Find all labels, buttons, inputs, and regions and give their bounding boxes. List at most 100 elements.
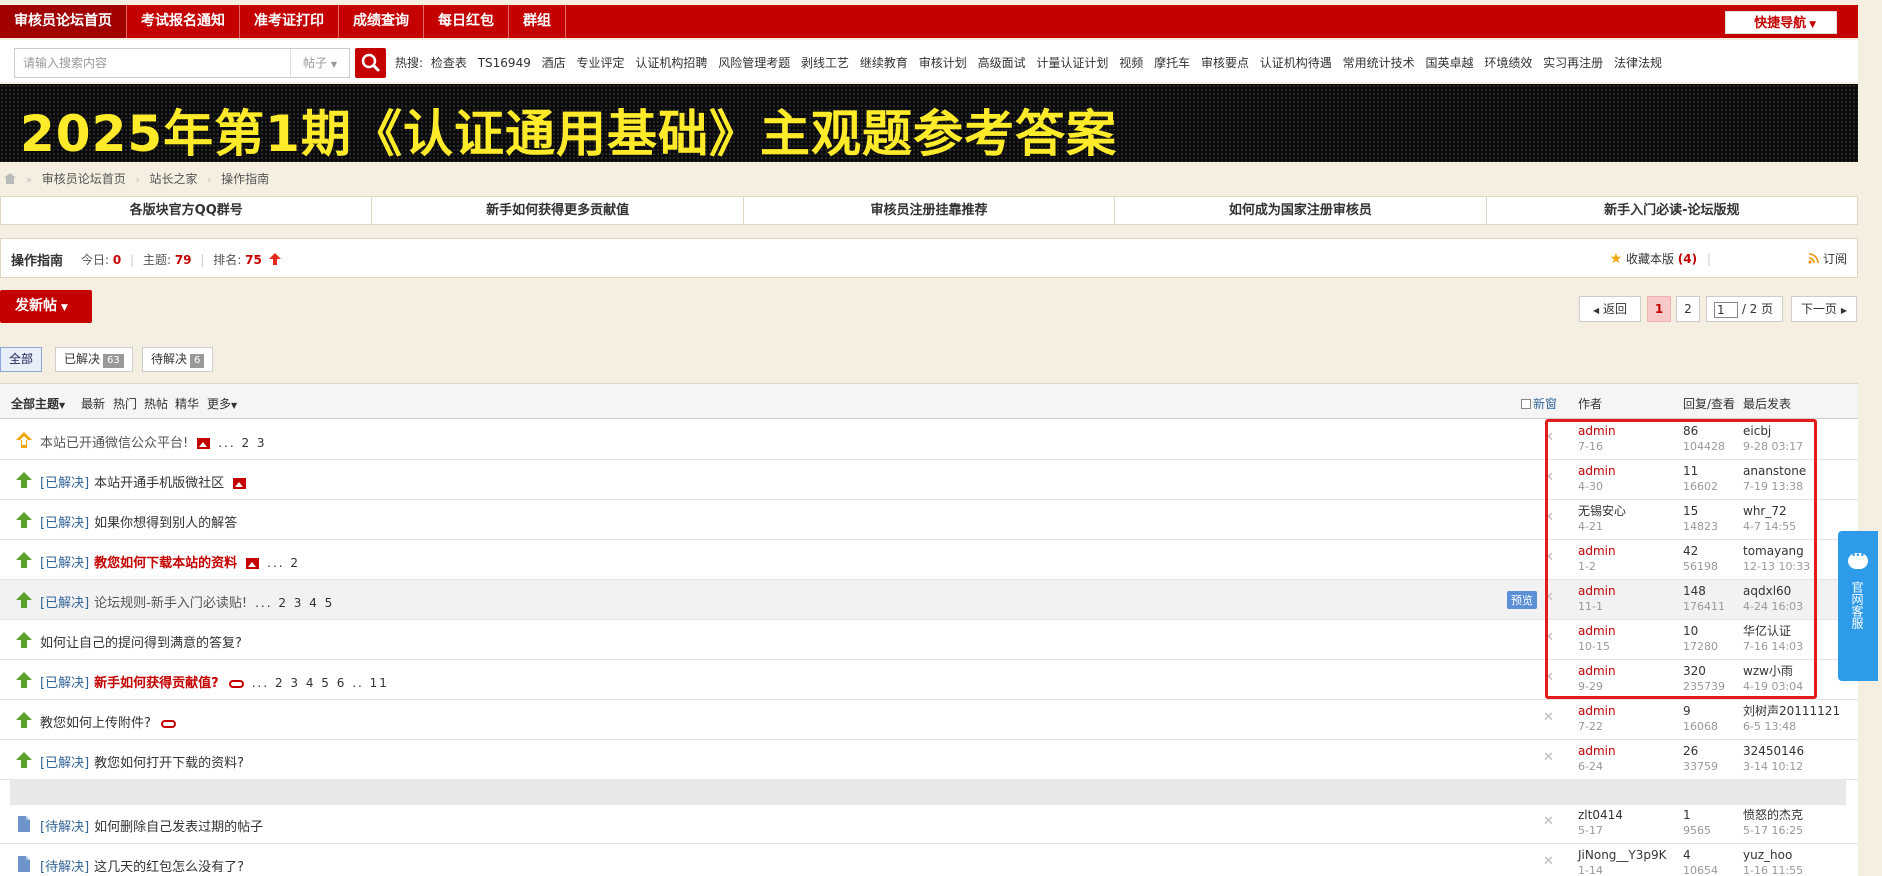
sort-hot[interactable]: 热门 xyxy=(113,395,137,412)
thread-row[interactable]: [已解决] 教您如何打开下载的资料? ✕ admin 6-24 26 33759 324501… xyxy=(0,740,1858,780)
nav-admission-ticket[interactable]: 准考证打印 xyxy=(240,5,339,38)
last-poster[interactable]: ananstone xyxy=(1743,464,1806,479)
quick-nav-button[interactable]: 快捷导航 ▼ xyxy=(1725,11,1837,34)
hot-keyword[interactable]: TS16949 xyxy=(478,56,531,70)
hot-keyword[interactable]: 继续教育 xyxy=(860,56,908,70)
thread-row[interactable]: [已解决] 论坛规则-新手入门必读贴! ... 2 3 4 5 预览 ✕ admin 11-… xyxy=(0,580,1858,620)
page-number-input[interactable]: 1 xyxy=(1714,301,1738,318)
last-poster[interactable]: tomayang xyxy=(1743,544,1810,559)
hot-keyword[interactable]: 视频 xyxy=(1119,56,1143,70)
close-icon[interactable]: ✕ xyxy=(1543,550,1554,565)
quick-link-contribution[interactable]: 新手如何获得更多贡献值 xyxy=(372,197,744,224)
breadcrumb-webmaster[interactable]: 站长之家 xyxy=(149,172,197,186)
thread-row[interactable]: 本站已开通微信公众平台! ... 2 3 ✕ admin 7-16 86 104428 eic… xyxy=(0,420,1858,460)
thread-title[interactable]: 本站开通手机版微社区 xyxy=(94,476,224,491)
author-name[interactable]: zlt0414 xyxy=(1578,808,1623,822)
document-icon[interactable] xyxy=(15,855,33,873)
quick-link-become-auditor[interactable]: 如何成为国家注册审核员 xyxy=(1115,197,1487,224)
author-name[interactable]: admin xyxy=(1578,704,1616,718)
pager-back-button[interactable]: ◀ 返回 xyxy=(1579,296,1641,322)
hot-keyword[interactable]: 认证机构待遇 xyxy=(1260,56,1332,70)
thread-row[interactable]: 如何让自己的提问得到满意的答复? ✕ admin 10-15 10 17280 华亿认证 7-… xyxy=(0,620,1858,660)
thread-title[interactable]: 新手如何获得贡献值? xyxy=(94,676,219,691)
hot-keyword[interactable]: 认证机构招聘 xyxy=(635,56,707,70)
author-name[interactable]: admin xyxy=(1578,744,1616,758)
pager-page-2[interactable]: 2 xyxy=(1676,296,1700,322)
arrow-up-icon[interactable] xyxy=(15,631,33,649)
new-window-toggle[interactable]: 新窗 xyxy=(1521,395,1557,412)
thread-title[interactable]: 本站已开通微信公众平台! xyxy=(40,436,188,451)
thread-title[interactable]: 这几天的红包怎么没有了? xyxy=(94,860,244,875)
hot-keyword[interactable]: 常用统计技术 xyxy=(1343,56,1415,70)
pager-page-1[interactable]: 1 xyxy=(1647,296,1671,322)
thread-row[interactable]: [已解决] 教您如何下载本站的资料 ... 2 ✕ admin 1-2 42 56198 tom… xyxy=(0,540,1858,580)
author-name[interactable]: admin xyxy=(1578,544,1616,558)
search-type-select[interactable]: 帖子 ▼ xyxy=(290,49,349,77)
thread-tag[interactable]: [待解决] xyxy=(40,820,89,835)
thread-title[interactable]: 教您如何上传附件? xyxy=(40,716,151,731)
favorite-forum-link[interactable]: ★ 收藏本版 (4) | xyxy=(1610,250,1711,267)
last-poster[interactable]: eicbj xyxy=(1743,424,1803,439)
thread-tag[interactable]: [已解决] xyxy=(40,556,89,571)
sort-latest[interactable]: 最新 xyxy=(81,395,105,412)
hot-keyword[interactable]: 酒店 xyxy=(542,56,566,70)
nav-forum-home[interactable]: 审核员论坛首页 xyxy=(0,5,127,38)
last-poster[interactable]: 愤怒的杰克 xyxy=(1743,808,1803,823)
close-icon[interactable]: ✕ xyxy=(1543,430,1554,445)
arrow-up-icon[interactable] xyxy=(15,711,33,729)
close-icon[interactable]: ✕ xyxy=(1543,750,1554,765)
hot-keyword[interactable]: 高级面试 xyxy=(978,56,1026,70)
sort-hot-posts[interactable]: 热帖 xyxy=(144,395,168,412)
thread-title[interactable]: 教您如何下载本站的资料 xyxy=(94,556,237,571)
last-poster[interactable]: wzw小雨 xyxy=(1743,664,1803,679)
thread-tag[interactable]: [已解决] xyxy=(40,476,89,491)
author-name[interactable]: admin xyxy=(1578,424,1616,438)
quick-link-registration[interactable]: 审核员注册挂靠推荐 xyxy=(744,197,1116,224)
document-icon[interactable] xyxy=(15,815,33,833)
close-icon[interactable]: ✕ xyxy=(1543,854,1554,869)
nav-score-query[interactable]: 成绩查询 xyxy=(339,5,424,38)
hot-keyword[interactable]: 国英卓越 xyxy=(1425,56,1473,70)
search-button[interactable] xyxy=(355,48,386,78)
hot-keyword[interactable]: 环境绩效 xyxy=(1484,56,1532,70)
hot-keyword[interactable]: 风险管理考题 xyxy=(718,56,790,70)
nav-daily-red-packet[interactable]: 每日红包 xyxy=(424,5,509,38)
close-icon[interactable]: ✕ xyxy=(1543,510,1554,525)
last-poster[interactable]: yuz_hoo xyxy=(1743,848,1803,863)
tab-pending[interactable]: 待解决 6 xyxy=(142,347,214,372)
customer-service-float[interactable]: 官网客服 xyxy=(1838,531,1878,681)
author-name[interactable]: admin xyxy=(1578,664,1616,678)
nav-exam-notice[interactable]: 考试报名通知 xyxy=(127,5,240,38)
thread-title[interactable]: 如何让自己的提问得到满意的答复? xyxy=(40,636,242,651)
thread-pages[interactable]: ... 2 3 xyxy=(218,436,266,450)
sort-digest[interactable]: 精华 xyxy=(175,395,199,412)
search-input[interactable] xyxy=(15,49,290,77)
hot-keyword[interactable]: 审核计划 xyxy=(919,56,967,70)
last-poster[interactable]: 刘树声20111121 xyxy=(1743,704,1840,719)
checkbox[interactable] xyxy=(1521,399,1531,409)
hot-keyword[interactable]: 法律法规 xyxy=(1614,56,1662,70)
thread-pages[interactable]: ... 2 3 4 5 xyxy=(255,596,334,610)
close-icon[interactable]: ✕ xyxy=(1543,630,1554,645)
preview-button[interactable]: 预览 xyxy=(1507,591,1537,609)
breadcrumb-guide[interactable]: 操作指南 xyxy=(221,172,269,186)
close-icon[interactable]: ✕ xyxy=(1543,590,1554,605)
hot-keyword[interactable]: 剥线工艺 xyxy=(801,56,849,70)
tab-all[interactable]: 全部 xyxy=(0,347,43,372)
hot-keyword[interactable]: 计量认证计划 xyxy=(1036,56,1108,70)
pager-next-button[interactable]: 下一页 ▶ xyxy=(1791,296,1857,322)
promo-banner[interactable]: 2025年第1期《认证通用基础》主观题参考答案 xyxy=(0,84,1858,163)
author-name[interactable]: admin xyxy=(1578,624,1616,638)
close-icon[interactable]: ✕ xyxy=(1543,710,1554,725)
last-poster[interactable]: 32450146 xyxy=(1743,744,1804,759)
thread-tag[interactable]: [已解决] xyxy=(40,676,89,691)
hot-keyword[interactable]: 审核要点 xyxy=(1201,56,1249,70)
sort-more[interactable]: 更多▼ xyxy=(207,395,237,412)
arrow-up-icon[interactable] xyxy=(15,471,33,489)
quick-link-qq-groups[interactable]: 各版块官方QQ群号 xyxy=(1,197,373,224)
last-poster[interactable]: whr_72 xyxy=(1743,504,1796,519)
close-icon[interactable]: ✕ xyxy=(1543,814,1554,829)
thread-title[interactable]: 教您如何打开下载的资料? xyxy=(94,756,244,771)
breadcrumb-forum-home[interactable]: 审核员论坛首页 xyxy=(42,172,126,186)
thread-row[interactable]: [待解决] 这几天的红包怎么没有了? ✕ JiNong__Y3p9K 1-14 4 1065… xyxy=(0,844,1858,876)
